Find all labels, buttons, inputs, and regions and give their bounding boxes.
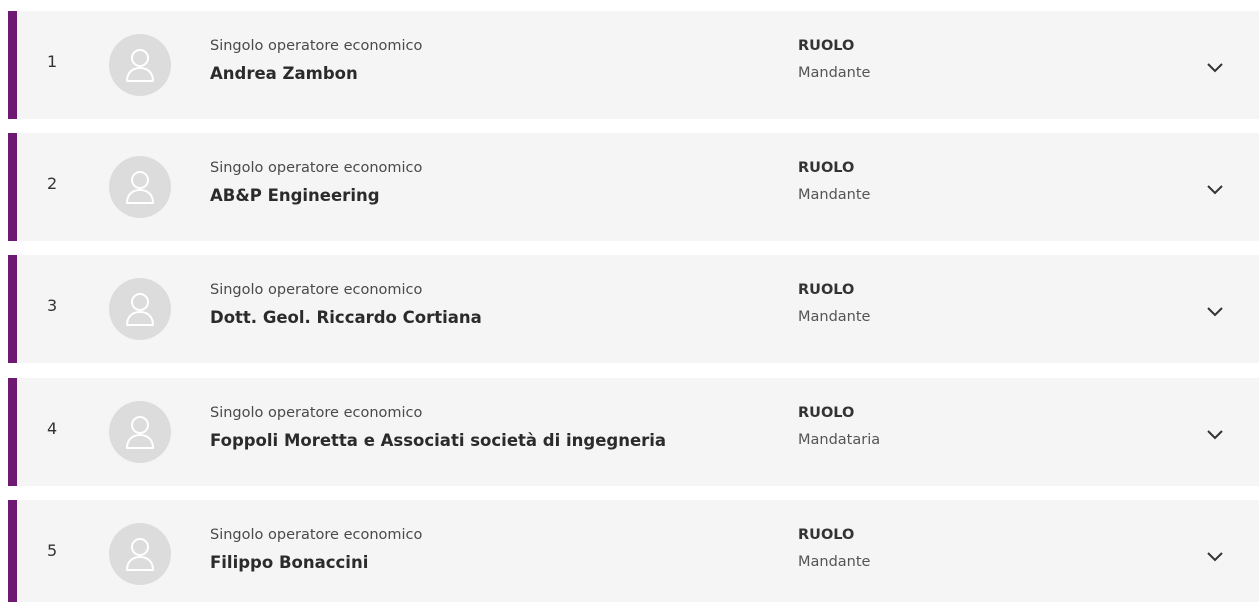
role-value: Mandante <box>798 309 871 325</box>
user-placeholder-icon <box>126 416 154 449</box>
chevron-down-icon[interactable] <box>1205 61 1225 75</box>
member-kind: Singolo operatore economico <box>210 405 423 421</box>
chevron-down-icon[interactable] <box>1205 428 1225 442</box>
member-kind: Singolo operatore economico <box>210 282 423 298</box>
role-label: RUOLO <box>798 160 855 176</box>
member-row[interactable]: 5 Singolo operatore economico Filippo Bo… <box>8 500 1259 602</box>
member-row[interactable]: 2 Singolo operatore economico AB&P Engin… <box>8 133 1259 241</box>
row-index: 4 <box>47 419 58 438</box>
row-index: 1 <box>47 52 58 71</box>
role-label: RUOLO <box>798 282 855 298</box>
row-index: 5 <box>47 541 58 560</box>
member-name: Andrea Zambon <box>210 64 358 83</box>
member-name: AB&P Engineering <box>210 186 380 205</box>
user-placeholder-icon <box>126 49 154 82</box>
avatar <box>109 278 171 340</box>
role-value: Mandante <box>798 554 871 570</box>
member-kind: Singolo operatore economico <box>210 38 423 54</box>
member-kind: Singolo operatore economico <box>210 527 423 543</box>
user-placeholder-icon <box>126 538 154 571</box>
avatar <box>109 156 171 218</box>
member-kind: Singolo operatore economico <box>210 160 423 176</box>
role-label: RUOLO <box>798 405 855 421</box>
avatar <box>109 34 171 96</box>
member-row[interactable]: 1 Singolo operatore economico Andrea Zam… <box>8 11 1259 119</box>
members-list: 1 Singolo operatore economico Andrea Zam… <box>0 0 1259 602</box>
avatar <box>109 401 171 463</box>
chevron-down-icon[interactable] <box>1205 305 1225 319</box>
chevron-down-icon[interactable] <box>1205 183 1225 197</box>
chevron-down-icon[interactable] <box>1205 550 1225 564</box>
member-name: Dott. Geol. Riccardo Cortiana <box>210 308 482 327</box>
member-name: Foppoli Moretta e Associati società di i… <box>210 431 667 450</box>
role-value: Mandataria <box>798 432 881 448</box>
avatar <box>109 523 171 585</box>
role-value: Mandante <box>798 187 871 203</box>
role-label: RUOLO <box>798 38 855 54</box>
row-index: 3 <box>47 296 58 315</box>
member-name: Filippo Bonaccini <box>210 553 369 572</box>
role-label: RUOLO <box>798 527 855 543</box>
user-placeholder-icon <box>126 171 154 204</box>
row-index: 2 <box>47 174 58 193</box>
role-value: Mandante <box>798 65 871 81</box>
member-row[interactable]: 3 Singolo operatore economico Dott. Geol… <box>8 255 1259 363</box>
member-row[interactable]: 4 Singolo operatore economico Foppoli Mo… <box>8 378 1259 486</box>
user-placeholder-icon <box>126 293 154 326</box>
